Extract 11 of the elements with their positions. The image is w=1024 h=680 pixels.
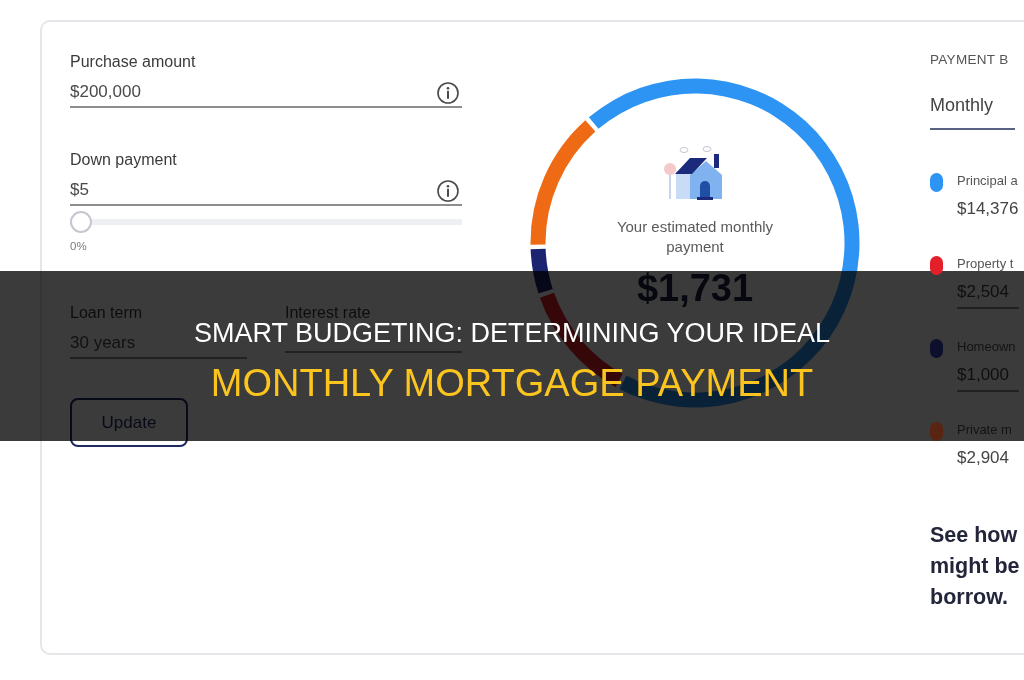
section-heading: PAYMENT B: [930, 52, 1010, 68]
slider-reading: 0%: [70, 240, 87, 253]
headline-text: MONTHLY MORTGAGE PAYMENT: [210, 362, 814, 404]
borrow-prompt: See how might be borrow.: [930, 522, 1021, 611]
field-label: Purchase amount: [70, 52, 197, 72]
payment-caption: Your estimated monthly payment: [615, 217, 775, 257]
amount-text: $14,376: [957, 198, 1019, 220]
field-label: Down payment: [70, 150, 178, 170]
legend-label: Property t: [957, 256, 1014, 272]
legend-label: Principal a: [957, 173, 1018, 189]
amount-text: $2,904: [957, 447, 1009, 469]
